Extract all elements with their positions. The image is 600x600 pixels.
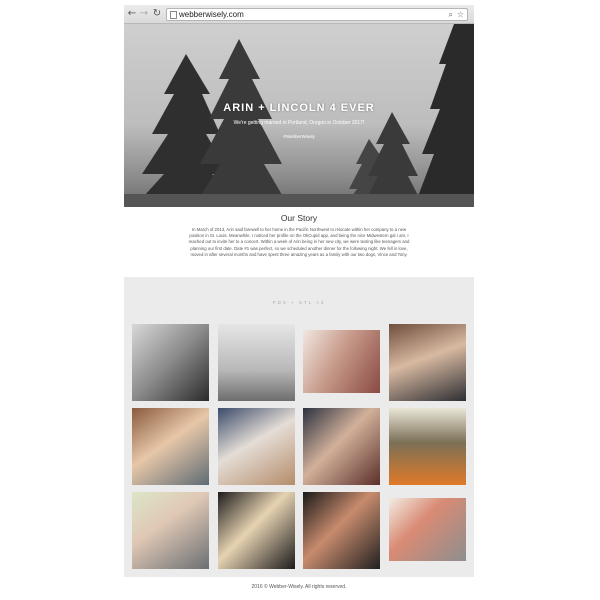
- gallery-label: PDX + STL <3: [272, 300, 326, 305]
- photo-5[interactable]: [132, 408, 209, 485]
- footer-text: 2016 © Webber-Wisely. All rights reserve…: [251, 584, 347, 590]
- story-section: Our Story In March of 2013, Arin said fa…: [184, 213, 414, 258]
- photo-8[interactable]: [389, 408, 466, 485]
- photo-1[interactable]: [132, 324, 209, 401]
- photo-6[interactable]: [218, 408, 295, 485]
- address-bar[interactable]: webberwisely.com ⌕ ☆: [166, 8, 468, 21]
- story-text: In March of 2013, Arin said farewell to …: [188, 227, 410, 257]
- reload-icon[interactable]: ↻: [152, 8, 162, 19]
- back-icon[interactable]: ←: [127, 8, 137, 19]
- photo-4[interactable]: [389, 324, 466, 401]
- photo-10[interactable]: [218, 492, 295, 569]
- photo-9[interactable]: [132, 492, 209, 569]
- photo-11[interactable]: [303, 492, 380, 569]
- url-text[interactable]: webberwisely.com: [179, 9, 244, 20]
- page-icon: [170, 11, 177, 19]
- browser-window: ← → ↻ webberwisely.com ⌕ ☆ ARIN + LINCOL…: [124, 5, 474, 590]
- photo-gallery: PDX + STL <3: [124, 277, 474, 577]
- hero-banner: ARIN + LINCOLN 4 EVER We're getting marr…: [124, 24, 474, 207]
- star-icon[interactable]: ☆: [457, 9, 464, 20]
- browser-toolbar: ← → ↻ webberwisely.com ⌕ ☆: [124, 5, 474, 24]
- photo-2[interactable]: [218, 324, 295, 401]
- photo-12[interactable]: [389, 498, 466, 561]
- search-icon[interactable]: ⌕: [449, 9, 453, 20]
- photo-7[interactable]: [303, 408, 380, 485]
- hero-title: ARIN + LINCOLN 4 EVER: [223, 102, 375, 114]
- hero-subtitle: We're getting married in Portland, Orego…: [233, 120, 365, 126]
- story-title: Our Story: [280, 213, 318, 223]
- hero-hashtag: #WebberWisely: [283, 134, 315, 139]
- forward-icon[interactable]: →: [139, 8, 149, 19]
- photo-3[interactable]: [303, 330, 380, 393]
